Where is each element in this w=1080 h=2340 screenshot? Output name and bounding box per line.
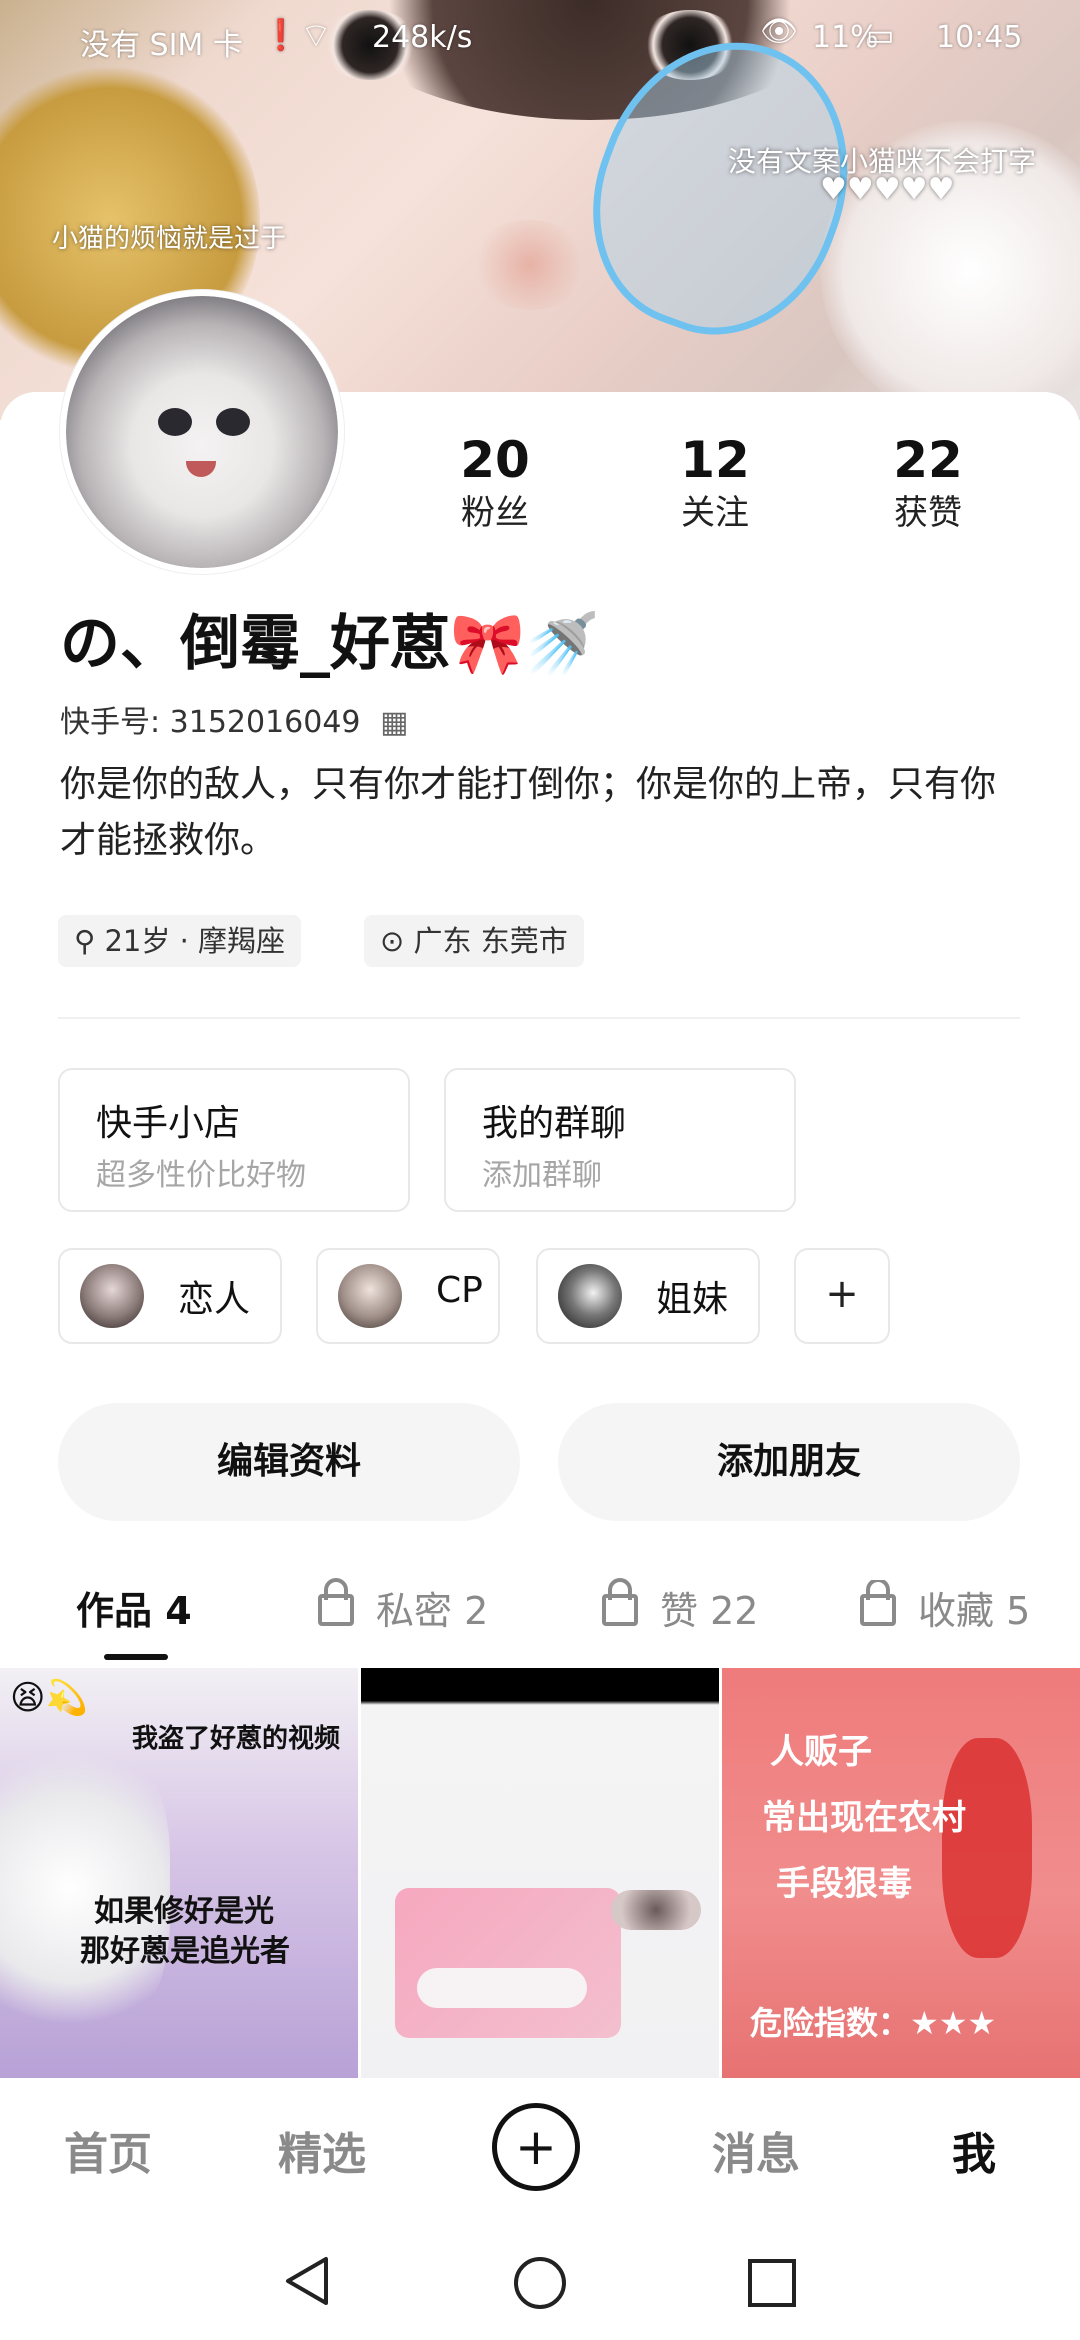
following-label: 关注 bbox=[681, 493, 749, 533]
nav-home[interactable]: 首页 bbox=[64, 2118, 152, 2182]
network-speed: 248k/s bbox=[372, 20, 473, 55]
back-icon[interactable] bbox=[282, 2255, 334, 2307]
tab-private[interactable]: 私密 2 bbox=[318, 1577, 488, 1635]
kuaishou-id-text: 快手号: 3152016049 bbox=[60, 705, 361, 740]
video-thumbnail[interactable] bbox=[361, 1668, 719, 2078]
banner-hearts: ♥♥♥♥♥ bbox=[820, 172, 955, 207]
location-pin-icon: ⊙ bbox=[380, 924, 405, 958]
avatar bbox=[338, 1264, 402, 1328]
banner-caption-left: 小猫的烦恼就是过于 bbox=[52, 224, 287, 254]
gender-icon: ⚲ bbox=[74, 924, 96, 958]
relation-lover[interactable]: 恋人 bbox=[58, 1248, 282, 1344]
followers-label: 粉丝 bbox=[461, 493, 529, 533]
tab-favorites[interactable]: 收藏 5 bbox=[860, 1580, 1036, 1635]
home-icon[interactable] bbox=[512, 2255, 568, 2311]
create-button[interactable]: + bbox=[492, 2103, 580, 2191]
avatar bbox=[558, 1264, 622, 1328]
carrier-text: 没有 SIM 卡 bbox=[80, 28, 243, 63]
wifi-icon: ⌔ bbox=[300, 16, 332, 56]
sim-alert-icon: ❗ bbox=[262, 18, 300, 53]
emoji-sticker: 😫💫 bbox=[10, 1678, 88, 1718]
avatar bbox=[80, 1264, 144, 1328]
likes-label: 获赞 bbox=[894, 493, 962, 533]
lock-icon bbox=[860, 1580, 896, 1626]
stat-followers[interactable]: 20 粉丝 bbox=[435, 432, 555, 538]
status-bar: 没有 SIM 卡 ❗ ⌔ 248k/s 👁 11% ▭ 10:45 bbox=[0, 0, 1080, 72]
video-thumbnail[interactable]: 😫💫 我盗了好蒽的视频 如果修好是光 那好蒽是追光者 bbox=[0, 1668, 358, 2078]
add-friend-button[interactable]: 添加朋友 bbox=[558, 1403, 1020, 1521]
tag-age: ⚲ 21岁 · 摩羯座 bbox=[58, 915, 302, 967]
recents-icon[interactable] bbox=[746, 2257, 798, 2309]
video-thumbnail[interactable]: 人贩子 常出现在农村 手段狠毒 危险指数：★★★ bbox=[722, 1668, 1080, 2078]
group-chat-card[interactable]: 我的群聊 添加群聊 bbox=[444, 1068, 796, 1212]
likes-count: 22 bbox=[893, 431, 963, 489]
active-tab-indicator bbox=[104, 1654, 168, 1660]
battery-icon: ▭ bbox=[866, 18, 895, 53]
followers-count: 20 bbox=[460, 431, 530, 489]
tab-liked[interactable]: 赞 22 bbox=[602, 1577, 758, 1635]
eye-icon: 👁 bbox=[760, 14, 799, 49]
stat-following[interactable]: 12 关注 bbox=[655, 432, 775, 538]
stat-likes[interactable]: 22 获赞 bbox=[868, 432, 988, 538]
divider bbox=[58, 1017, 1020, 1019]
edit-profile-button[interactable]: 编辑资料 bbox=[58, 1403, 520, 1521]
kuaishou-shop-card[interactable]: 快手小店 超多性价比好物 bbox=[58, 1068, 410, 1212]
nav-featured[interactable]: 精选 bbox=[278, 2118, 366, 2182]
lock-icon bbox=[602, 1577, 638, 1626]
profile-bio: 你是你的敌人，只有你才能打倒你；你是你的上帝，只有你才能拯救你。 bbox=[60, 764, 997, 861]
qr-code-icon[interactable]: ▦ bbox=[380, 705, 408, 740]
tab-works[interactable]: 作品 4 bbox=[76, 1580, 192, 1635]
nav-me[interactable]: 我 bbox=[952, 2118, 996, 2182]
add-relation-button[interactable]: + bbox=[794, 1248, 890, 1344]
tag-location: ⊙ 广东 东莞市 bbox=[364, 915, 584, 967]
lock-icon bbox=[318, 1577, 354, 1626]
following-count: 12 bbox=[680, 431, 750, 489]
relation-cp[interactable]: CP bbox=[316, 1248, 500, 1344]
plus-icon: + bbox=[825, 1271, 859, 1317]
avatar[interactable] bbox=[60, 290, 344, 574]
clock: 10:45 bbox=[936, 20, 1023, 55]
relation-sisters[interactable]: 姐妹 bbox=[536, 1248, 760, 1344]
nav-messages[interactable]: 消息 bbox=[712, 2118, 800, 2182]
profile-name: の、倒霉_好蒽🎀🚿 bbox=[60, 609, 600, 679]
kuaishou-id[interactable]: 快手号: 3152016049 ▦ bbox=[60, 697, 408, 741]
